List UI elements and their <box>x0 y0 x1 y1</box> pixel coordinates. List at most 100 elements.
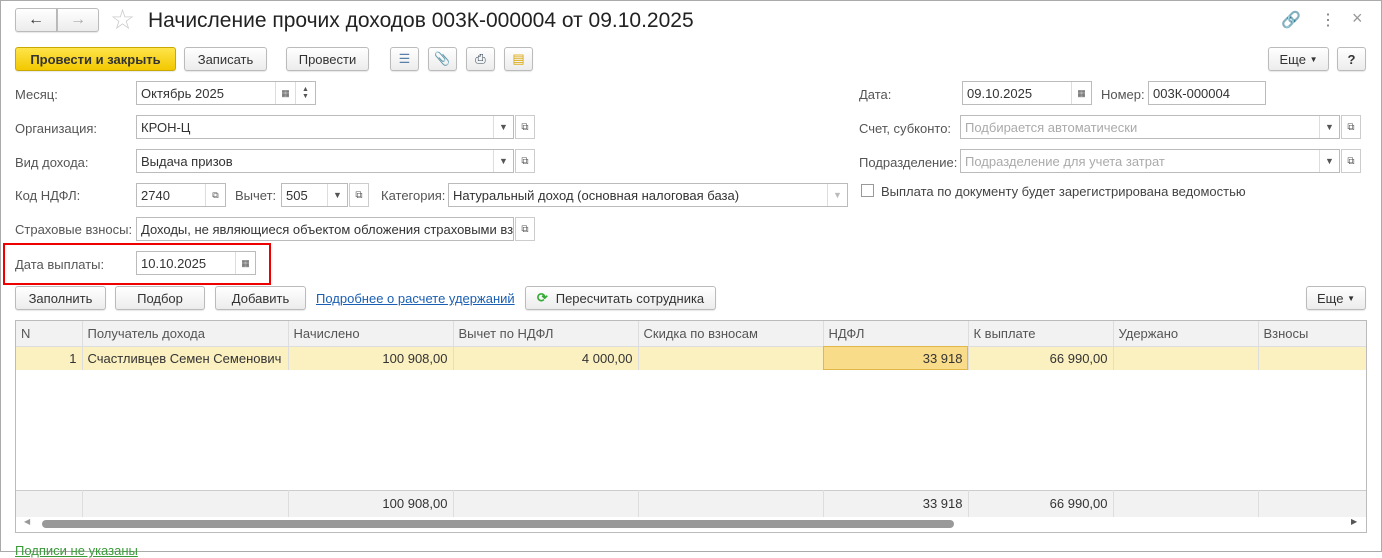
cell-recipient[interactable]: Счастливцев Семен Семенович <box>82 346 289 370</box>
dropdown-icon[interactable]: ▼ <box>1319 150 1339 172</box>
number-field[interactable]: 003К-000004 <box>1148 81 1266 105</box>
deduction-value: 505 <box>286 187 308 203</box>
dropdown-icon[interactable]: ▼ <box>327 184 347 206</box>
open-dept-icon[interactable]: ⧉ <box>1341 149 1361 173</box>
dropdown-icon[interactable]: ▼ <box>493 150 513 172</box>
cell-contribution-discount[interactable] <box>638 346 824 370</box>
cell-n[interactable]: 1 <box>16 346 83 370</box>
cell-contributions[interactable] <box>1258 346 1366 370</box>
save-button[interactable]: Записать <box>184 47 267 71</box>
page-title: Начисление прочих доходов 003К-000004 от… <box>148 9 694 32</box>
date-label: Дата: <box>859 87 892 102</box>
total-withheld <box>1113 490 1259 517</box>
totals-row: 100 908,00 33 918 66 990,00 <box>16 490 1366 517</box>
dept-field[interactable]: Подразделение для учета затрат ▼ <box>960 149 1340 173</box>
post-and-close-button[interactable]: Провести и закрыть <box>15 47 176 71</box>
dropdown-icon[interactable]: ▼ <box>827 184 847 206</box>
dropdown-icon[interactable]: ▼ <box>1319 116 1339 138</box>
statement-checkbox[interactable] <box>861 184 874 197</box>
number-label: Номер: <box>1101 87 1145 102</box>
cell-ndfl-deduction[interactable]: 4 000,00 <box>453 346 639 370</box>
fill-button[interactable]: Заполнить <box>15 286 106 310</box>
signatures-link[interactable]: Подписи не указаны <box>15 543 138 558</box>
income-label: Вид дохода: <box>15 155 89 170</box>
org-value: КРОН-Ц <box>141 119 191 135</box>
help-button[interactable]: ? <box>1337 47 1366 71</box>
pay-date-field[interactable]: 10.10.2025 ▦ <box>136 251 256 275</box>
open-account-icon[interactable]: ⧉ <box>1341 115 1361 139</box>
col-accrued[interactable]: Начислено <box>288 321 454 347</box>
calendar-icon[interactable]: ▦ <box>235 252 255 274</box>
deduction-field[interactable]: 505 ▼ <box>281 183 348 207</box>
ndfl-code-label: Код НДФЛ: <box>15 188 81 203</box>
cell-withheld[interactable] <box>1113 346 1259 370</box>
month-field[interactable]: Октябрь 2025 ▦ ▲ ▼ <box>136 81 316 105</box>
col-recipient[interactable]: Получатель дохода <box>82 321 289 347</box>
favorite-star-icon[interactable]: ☆ <box>110 3 135 36</box>
deductions-details-link[interactable]: Подробнее о расчете удержаний <box>316 291 515 306</box>
open-deduction-icon[interactable]: ⧉ <box>349 183 369 207</box>
col-to-pay[interactable]: К выплате <box>968 321 1114 347</box>
back-button[interactable]: ← <box>15 8 57 32</box>
table-row[interactable]: 1 Счастливцев Семен Семенович 100 908,00… <box>16 346 1366 370</box>
total-ndfl-deduction <box>453 490 639 517</box>
calendar-icon[interactable]: ▦ <box>275 82 295 104</box>
add-button[interactable]: Добавить <box>215 286 306 310</box>
org-label: Организация: <box>15 121 98 136</box>
open-income-icon[interactable]: ⧉ <box>515 149 535 173</box>
col-ndfl-deduction[interactable]: Вычет по НДФЛ <box>453 321 639 347</box>
col-contributions[interactable]: Взносы <box>1258 321 1366 347</box>
account-label: Счет, субконто: <box>859 121 952 136</box>
pick-button[interactable]: Подбор <box>115 286 205 310</box>
insurance-label: Страховые взносы: <box>15 222 133 237</box>
close-icon[interactable]: × <box>1352 8 1363 29</box>
insurance-field[interactable]: Доходы, не являющиеся объектом обложения… <box>136 217 514 241</box>
forward-button[interactable]: → <box>57 8 99 32</box>
recalculate-employee-button[interactable]: ⟳ Пересчитать сотрудника <box>525 286 716 310</box>
date-field[interactable]: 09.10.2025 ▦ <box>962 81 1092 105</box>
print-icon[interactable]: ⎙ <box>466 47 495 71</box>
calendar-icon[interactable]: ▦ <box>1071 82 1091 104</box>
number-value: 003К-000004 <box>1153 85 1230 101</box>
report-clock-icon[interactable]: ▤ <box>504 47 533 71</box>
horizontal-scrollbar[interactable]: ◀ ▶ <box>16 517 1366 531</box>
more-vertical-icon[interactable]: ⋮ <box>1320 10 1336 30</box>
list-icon[interactable]: ☰ <box>390 47 419 71</box>
scroll-right-icon[interactable]: ▶ <box>1351 517 1357 526</box>
col-n[interactable]: N <box>16 321 83 347</box>
open-org-icon[interactable]: ⧉ <box>515 115 535 139</box>
ndfl-code-field[interactable]: 2740 ⧉ <box>136 183 226 207</box>
org-field[interactable]: КРОН-Ц ▼ <box>136 115 514 139</box>
col-withheld[interactable]: Удержано <box>1113 321 1259 347</box>
total-to-pay: 66 990,00 <box>968 490 1114 517</box>
total-contributions <box>1258 490 1366 517</box>
col-ndfl[interactable]: НДФЛ <box>823 321 969 347</box>
category-field[interactable]: Натуральный доход (основная налоговая ба… <box>448 183 848 207</box>
arrow-right-icon: → <box>70 11 86 28</box>
pay-date-value: 10.10.2025 <box>141 255 207 271</box>
cell-ndfl[interactable]: 33 918 <box>823 346 969 370</box>
total-ndfl: 33 918 <box>823 490 969 517</box>
dept-label: Подразделение: <box>859 155 958 170</box>
date-value: 09.10.2025 <box>967 85 1033 101</box>
post-button[interactable]: Провести <box>286 47 369 71</box>
account-placeholder: Подбирается автоматически <box>965 119 1138 135</box>
cell-accrued[interactable]: 100 908,00 <box>288 346 454 370</box>
link-icon[interactable]: 🔗 <box>1281 10 1301 30</box>
table-more-button[interactable]: Еще ▼ <box>1306 286 1366 310</box>
open-icon[interactable]: ⧉ <box>205 184 225 206</box>
spin-icon[interactable]: ▲ ▼ <box>295 82 315 104</box>
cell-to-pay[interactable]: 66 990,00 <box>968 346 1114 370</box>
refresh-icon: ⟳ <box>536 290 548 305</box>
income-field[interactable]: Выдача призов ▼ <box>136 149 514 173</box>
account-field[interactable]: Подбирается автоматически ▼ <box>960 115 1340 139</box>
more-button[interactable]: Еще ▼ <box>1268 47 1329 71</box>
scrollbar-thumb[interactable] <box>42 520 954 528</box>
col-contribution-discount[interactable]: Скидка по взносам <box>638 321 824 347</box>
recalc-label: Пересчитать сотрудника <box>555 290 705 306</box>
arrow-left-icon: ← <box>28 11 44 28</box>
paperclip-icon[interactable]: 📎 <box>428 47 457 71</box>
dropdown-icon[interactable]: ▼ <box>493 116 513 138</box>
scroll-left-icon[interactable]: ◀ <box>24 517 30 526</box>
open-insurance-icon[interactable]: ⧉ <box>515 217 535 241</box>
